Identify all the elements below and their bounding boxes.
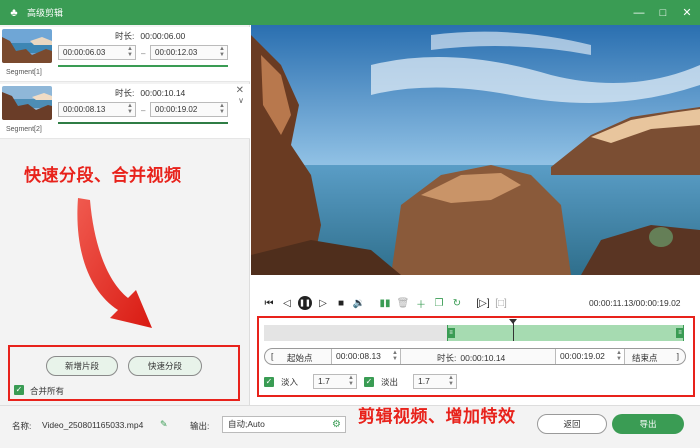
segment-duration: 时长: 00:00:10.14 [115, 88, 186, 98]
mark-out-icon[interactable]: [□] [494, 296, 508, 310]
output-label: 输出: [190, 421, 210, 431]
timeline-end-handle[interactable]: ≡ [676, 328, 684, 338]
segment-end-input[interactable]: 00:00:19.02 ▲ ▼ [150, 102, 228, 117]
close-icon[interactable]: ✕ [680, 6, 694, 20]
delete-icon[interactable]: 🗑 [396, 296, 410, 310]
spinner-icon[interactable]: ▲ ▼ [348, 375, 354, 387]
trim-duration: 时长: 00:00:10.14 [437, 353, 506, 363]
quick-split-button[interactable]: 快速分段 [128, 356, 202, 376]
segment-duration: 时长: 00:00:06.00 [115, 31, 186, 41]
red-arrow-icon [77, 198, 152, 328]
segment-progress-bar [58, 65, 228, 67]
segment-thumbnail [2, 86, 52, 120]
segment-label: Segment[2] [6, 126, 42, 133]
trim-start-input[interactable]: 00:00:08.13 ▲ ▼ [331, 349, 401, 364]
fade-in-label: 淡入 [281, 377, 299, 387]
output-select[interactable]: 自动;Auto ⚙ [222, 416, 346, 433]
playhead-line[interactable] [513, 321, 514, 341]
add-icon[interactable]: ＋ [414, 296, 428, 311]
back-button[interactable]: 返回 [537, 414, 607, 434]
bracket-open-icon[interactable]: [ [271, 351, 273, 361]
range-separator: – [141, 49, 146, 58]
fade-out-input[interactable]: 1.7 ▲ ▼ [413, 374, 457, 389]
maximize-icon[interactable]: □ [656, 6, 670, 20]
merge-all-label: 合并所有 [30, 386, 65, 396]
trim-controls: [ 起始点 00:00:08.13 ▲ ▼ 时长: 00:00:10.14 00:00… [264, 348, 686, 365]
fade-in-input[interactable]: 1.7 ▲ ▼ [313, 374, 357, 389]
annotation-left: 快速分段、合并视频 [24, 166, 182, 185]
window-title: 高级剪辑 [27, 8, 64, 18]
gear-icon[interactable]: ⚙ [332, 417, 341, 432]
bunny-logo-icon: ♣ [10, 6, 18, 19]
copy-icon[interactable]: ❐ [432, 296, 446, 310]
step-back-icon[interactable]: ◁ [280, 296, 294, 310]
spinner-icon[interactable]: ▲ ▼ [616, 350, 622, 362]
spinner-icon[interactable]: ▲ ▼ [448, 375, 454, 387]
skip-to-start-icon[interactable]: ⏮ [262, 296, 276, 310]
file-name-value: Video_250801165033.mp4 [42, 420, 144, 430]
annotation-right: 剪辑视频、增加特效 [358, 407, 516, 426]
player-controls: ⏮ ◁ ❚❚ ▷ ■ 🔉 ▮▮ 🗑 ＋ ❐ ↻ [▷] [□] [262, 296, 512, 311]
spinner-icon[interactable]: ▲ ▼ [219, 46, 225, 58]
segment-label: Segment[1] [6, 69, 42, 76]
spinner-icon[interactable]: ▲ ▼ [392, 350, 398, 362]
segment-start-input[interactable]: 00:00:08.13 ▲ ▼ [58, 102, 136, 117]
segment-item-2[interactable]: 时长: 00:00:10.14 00:00:08.13 ▲ ▼ – 00:00:19.… [0, 84, 250, 139]
title-bar: ♣ 高级剪辑 — □ ✕ [0, 0, 700, 25]
segment-thumbnail [2, 29, 52, 63]
volume-icon[interactable]: 🔉 [352, 296, 366, 310]
end-point-button[interactable]: 结束点 [632, 352, 658, 364]
add-segment-button[interactable]: 新增片段 [46, 356, 118, 376]
file-name-label: 名称: [12, 421, 32, 431]
range-separator: – [141, 106, 146, 115]
timeline-start-handle[interactable]: ≡ [447, 328, 455, 338]
split-icon[interactable]: ▮▮ [378, 296, 392, 310]
spinner-icon[interactable]: ▲ ▼ [127, 103, 133, 115]
video-preview[interactable] [251, 25, 700, 275]
merge-all-checkbox[interactable]: ✓ [14, 385, 24, 395]
bracket-close-icon[interactable]: ] [677, 351, 679, 361]
refresh-icon[interactable]: ↻ [450, 296, 464, 310]
mark-in-icon[interactable]: [▷] [476, 296, 490, 310]
fade-out-checkbox[interactable]: ✓ [364, 377, 374, 387]
timeline-selection[interactable] [447, 325, 684, 341]
start-point-button[interactable]: 起始点 [287, 352, 313, 364]
playback-timecode: 00:00:11.13/00:00:19.02 [589, 298, 681, 308]
fade-in-checkbox[interactable]: ✓ [264, 377, 274, 387]
segment-start-input[interactable]: 00:00:06.03 ▲ ▼ [58, 45, 136, 60]
pause-icon[interactable]: ❚❚ [298, 296, 312, 310]
segment-progress-bar [58, 122, 228, 124]
spinner-icon[interactable]: ▲ ▼ [127, 46, 133, 58]
fade-out-label: 淡出 [381, 377, 399, 387]
window-controls: — □ ✕ [632, 0, 694, 25]
segment-end-input[interactable]: 00:00:12.03 ▲ ▼ [150, 45, 228, 60]
trim-end-input[interactable]: 00:00:19.02 ▲ ▼ [555, 349, 625, 364]
chevron-down-icon[interactable]: ∨ [238, 96, 244, 105]
timeline-track[interactable]: ≡ ≡ [264, 319, 684, 341]
spinner-icon[interactable]: ▲ ▼ [219, 103, 225, 115]
pencil-icon[interactable]: ✎ [160, 419, 168, 430]
minimize-icon[interactable]: — [632, 6, 646, 20]
export-button[interactable]: 导出 [612, 414, 684, 434]
segment-item-1[interactable]: 时长: 00:00:06.00 00:00:06.03 ▲ ▼ – 00:00:12.… [0, 27, 250, 82]
step-forward-icon[interactable]: ▷ [316, 296, 330, 310]
stop-icon[interactable]: ■ [334, 296, 348, 310]
close-icon[interactable]: ✕ [236, 85, 244, 96]
